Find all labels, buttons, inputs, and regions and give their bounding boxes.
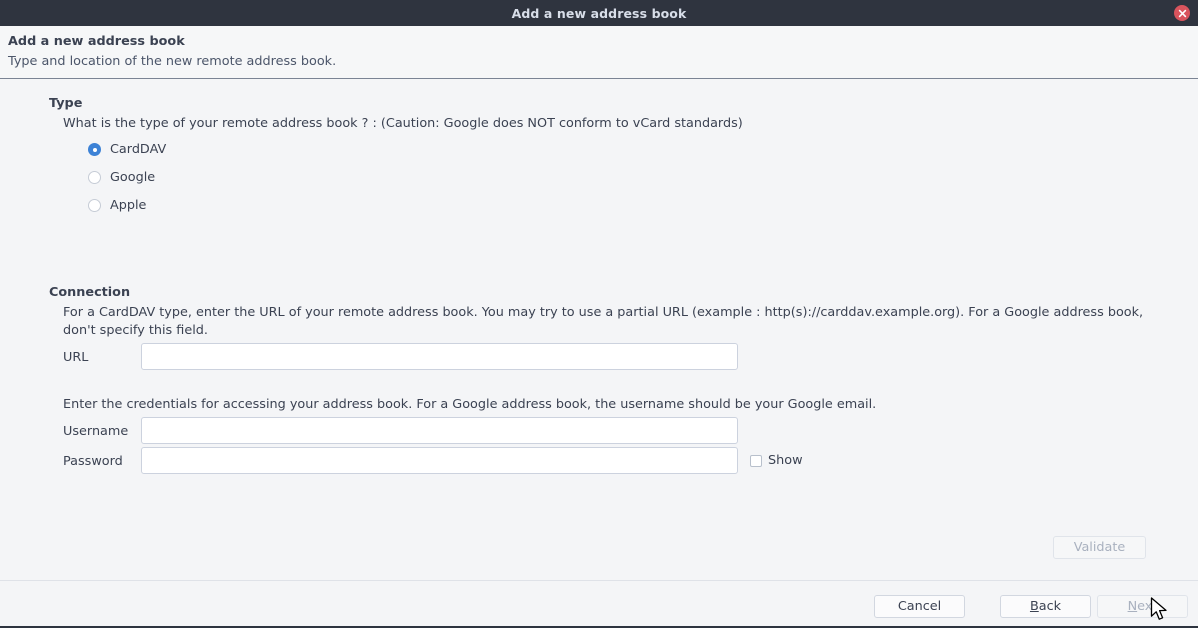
show-password-checkbox[interactable]: Show: [750, 453, 803, 468]
dialog-body: Type What is the type of your remote add…: [0, 79, 1198, 580]
window-title: Add a new address book: [512, 6, 687, 21]
next-button-mnemonic: N: [1128, 599, 1138, 614]
radio-option-apple[interactable]: Apple: [88, 198, 146, 213]
close-icon[interactable]: [1174, 5, 1190, 21]
radio-option-google[interactable]: Google: [88, 170, 155, 185]
password-label: Password: [63, 454, 123, 469]
dialog-header: Add a new address book Type and location…: [0, 26, 1198, 78]
page-subtitle: Type and location of the new remote addr…: [8, 53, 1198, 71]
radio-indicator-google: [88, 171, 101, 184]
connection-description: For a CardDAV type, enter the URL of you…: [63, 304, 1149, 340]
back-button-mnemonic: B: [1030, 599, 1039, 614]
radio-label-carddav: CardDAV: [110, 142, 166, 157]
next-button-label: ext: [1137, 599, 1157, 614]
checkbox-indicator-show: [750, 455, 762, 467]
connection-group-label: Connection: [49, 285, 130, 300]
password-input[interactable]: [141, 447, 738, 474]
show-password-label: Show: [768, 453, 803, 468]
dialog-footer: Cancel Back Next: [0, 580, 1198, 626]
radio-indicator-carddav: [88, 143, 101, 156]
radio-label-google: Google: [110, 170, 155, 185]
type-description: What is the type of your remote address …: [63, 115, 1163, 133]
radio-option-carddav[interactable]: CardDAV: [88, 142, 166, 157]
url-label: URL: [63, 350, 88, 365]
type-group-label: Type: [49, 96, 82, 111]
validate-button-label: Validate: [1074, 540, 1126, 555]
radio-indicator-apple: [88, 199, 101, 212]
credentials-description: Enter the credentials for accessing your…: [63, 396, 1149, 414]
validate-button[interactable]: Validate: [1053, 536, 1146, 559]
cancel-button-label: Cancel: [898, 599, 941, 614]
dialog-window: Add a new address book Add a new address…: [0, 0, 1198, 628]
url-input[interactable]: [141, 343, 738, 370]
cancel-button[interactable]: Cancel: [874, 595, 965, 618]
username-label: Username: [63, 424, 128, 439]
username-input[interactable]: [141, 417, 738, 444]
back-button[interactable]: Back: [1000, 595, 1091, 618]
radio-label-apple: Apple: [110, 198, 146, 213]
title-bar: Add a new address book: [0, 0, 1198, 26]
page-title: Add a new address book: [8, 33, 1198, 51]
next-button[interactable]: Next: [1097, 595, 1188, 618]
back-button-label: ack: [1039, 599, 1061, 614]
